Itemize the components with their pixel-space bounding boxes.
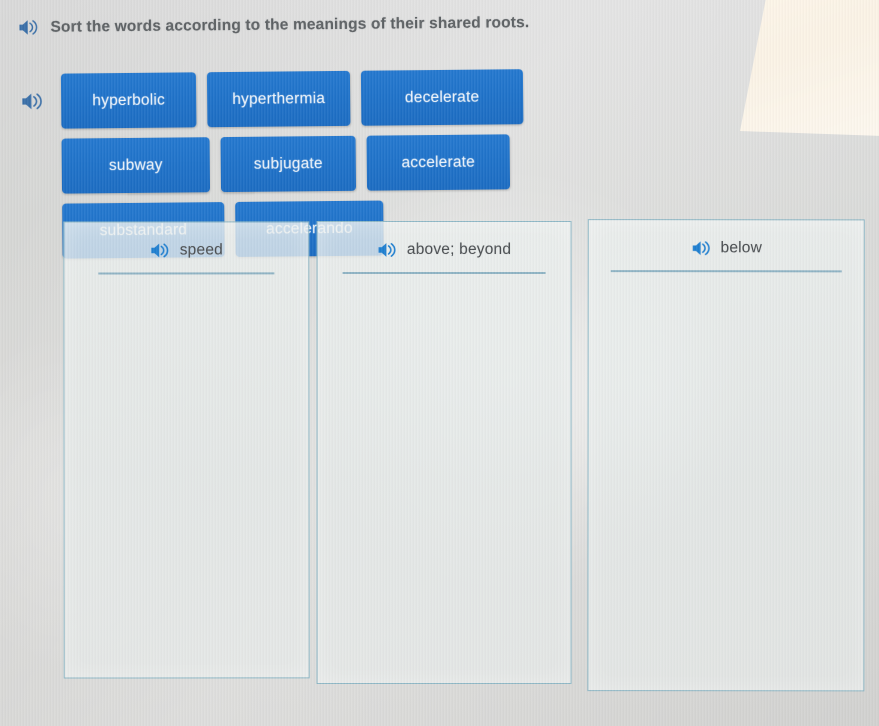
category-dropzone[interactable]: below bbox=[587, 219, 865, 692]
category-dropzone[interactable]: above; beyond bbox=[316, 220, 572, 684]
category-underline bbox=[342, 271, 546, 274]
category-label: below bbox=[720, 239, 763, 257]
category-underline bbox=[98, 272, 275, 275]
category-dropzone[interactable]: speed bbox=[63, 221, 310, 679]
category-underline bbox=[610, 270, 842, 272]
speaker-icon[interactable] bbox=[150, 241, 171, 259]
category-header: speed bbox=[64, 222, 308, 259]
category-header: above; beyond bbox=[318, 222, 571, 259]
category-label: above; beyond bbox=[406, 240, 512, 258]
photographed-screen-backdrop: Sort the words according to the meanings… bbox=[0, 0, 879, 726]
category-header: below bbox=[589, 220, 864, 257]
speaker-icon[interactable] bbox=[377, 241, 398, 259]
category-label: speed bbox=[179, 241, 223, 259]
speaker-icon[interactable] bbox=[691, 239, 712, 257]
